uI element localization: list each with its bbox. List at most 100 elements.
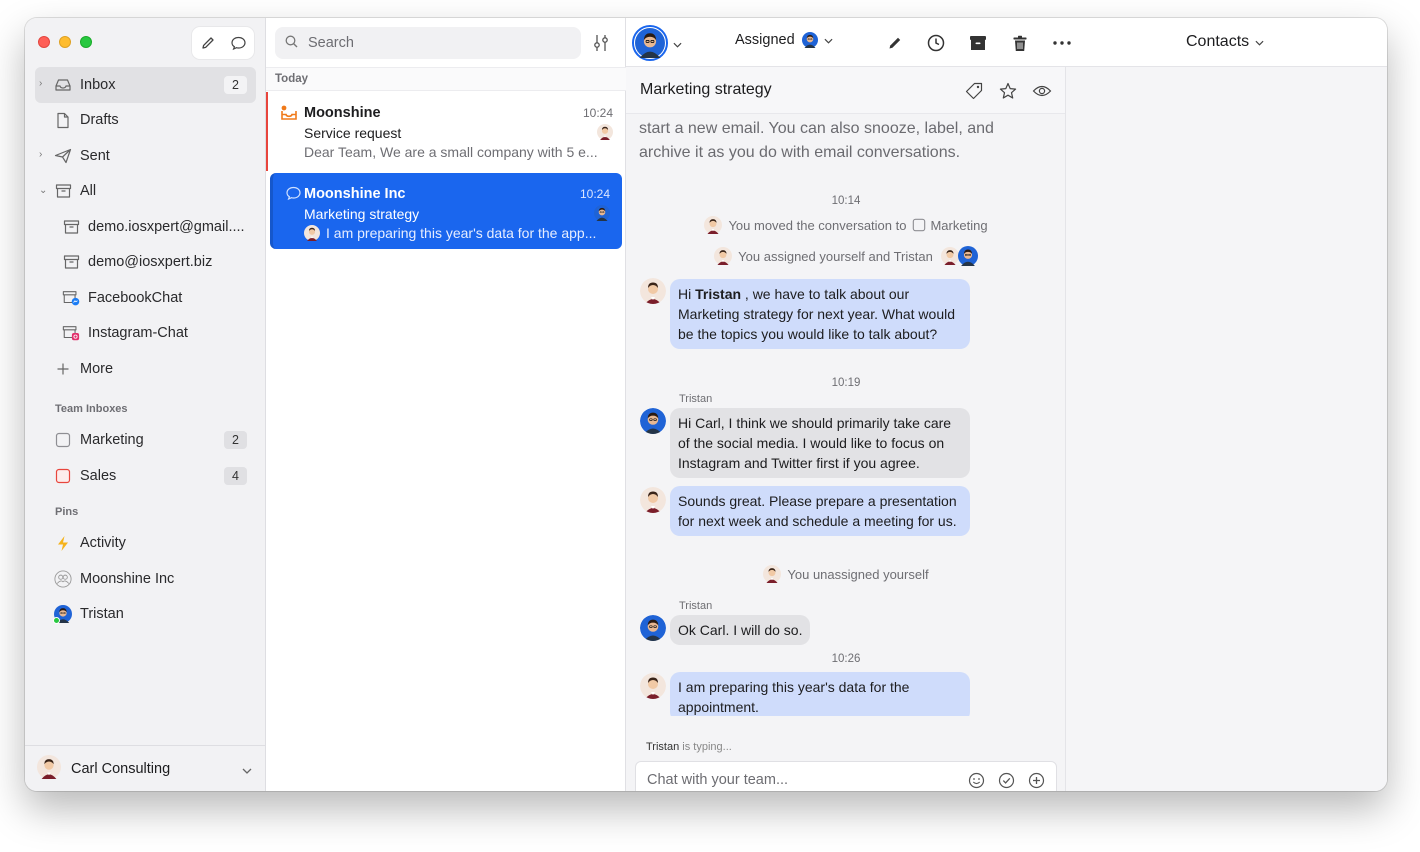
tag-icon[interactable] [962, 80, 986, 102]
chevron-down-icon [824, 32, 833, 48]
conversation-subject: Service request [304, 125, 402, 141]
avatar [640, 673, 666, 699]
chevron-down-icon [1255, 33, 1264, 51]
contacts-panel [1066, 67, 1387, 791]
sidebar-item-gmail-account[interactable]: demo.iosxpert@gmail.... [35, 209, 256, 245]
sidebar-item-instagram-chat[interactable]: Instagram-Chat [35, 316, 256, 352]
trash-icon[interactable] [1009, 32, 1031, 54]
zoom-window-button[interactable] [80, 36, 92, 48]
sidebar-item-label: Sent [80, 147, 110, 164]
filter-sliders-icon[interactable] [590, 32, 612, 54]
sidebar-item-label: FacebookChat [88, 289, 183, 306]
archive-box-icon [62, 253, 80, 271]
avatar [640, 408, 666, 434]
checkmark-circle-icon[interactable] [996, 770, 1016, 790]
email-unread-icon [280, 105, 298, 121]
avatar [763, 565, 781, 583]
archive-icon[interactable] [967, 32, 989, 54]
sidebar-item-label: Moonshine Inc [80, 570, 175, 587]
message-timestamp: 10:26 [831, 653, 861, 665]
avatar [714, 247, 732, 265]
sidebar-item-sales[interactable]: Sales 4 [35, 458, 256, 494]
list-group-header: Today [266, 67, 626, 91]
document-icon [54, 111, 72, 129]
avatar [640, 278, 666, 304]
sidebar-item-label: More [80, 360, 114, 377]
star-icon[interactable] [996, 80, 1020, 102]
sidebar-item-label: demo@iosxpert.biz [88, 254, 213, 271]
chat-bubble-icon [285, 186, 303, 202]
sidebar-item-label: demo.iosxpert@gmail.... [88, 218, 245, 235]
typing-user: Tristan [646, 741, 680, 753]
chevron-right-icon[interactable]: › [39, 79, 49, 89]
sidebar-item-label: Activity [80, 535, 126, 552]
sidebar-item-label: Tristan [80, 606, 124, 623]
avatar [704, 216, 722, 234]
conversation-title: Marketing strategy [640, 81, 772, 98]
assignee-selector[interactable] [632, 25, 682, 61]
message-bubble: Hi Carl, I think we should primarily tak… [670, 408, 970, 478]
avatar [632, 25, 668, 61]
sidebar-item-sent[interactable]: › Sent [35, 138, 256, 174]
archive-box-icon [62, 218, 80, 236]
account-switcher[interactable]: Carl Consulting [25, 745, 266, 791]
sidebar-item-drafts[interactable]: Drafts [35, 103, 256, 139]
conversation-item-selected[interactable]: Moonshine Inc 10:24 Marketing strategy I… [270, 173, 622, 249]
message-thread: start a new email. You can also snooze, … [626, 114, 1066, 716]
assignee-avatar [594, 205, 610, 224]
minimize-window-button[interactable] [59, 36, 71, 48]
activity-event: You moved the conversation to Marketing [626, 216, 1065, 234]
chevron-right-icon[interactable]: › [39, 150, 49, 160]
sidebar-item-moonshine-inc[interactable]: Moonshine Inc [35, 561, 256, 597]
avatar [304, 225, 320, 241]
chat-input[interactable] [647, 772, 966, 788]
archive-box-icon [54, 182, 72, 200]
event-target: Marketing [930, 217, 988, 233]
watch-eye-icon[interactable] [1030, 80, 1054, 102]
new-chat-icon[interactable] [227, 31, 251, 55]
email-body-excerpt: start a new email. You can also snooze, … [639, 120, 994, 161]
assignee-avatar [597, 124, 613, 143]
conversation-header: Marketing strategy [626, 67, 1065, 114]
sidebar-item-all[interactable]: ⌄ All [35, 174, 256, 210]
snooze-clock-icon[interactable] [925, 32, 947, 54]
activity-event: You unassigned yourself [626, 565, 1065, 583]
message-bubble: Ok Carl. I will do so. [670, 615, 811, 645]
group-icon [54, 570, 72, 588]
sidebar-item-label: All [80, 183, 97, 200]
sidebar-item-more[interactable]: More [35, 351, 256, 387]
sidebar-item-biz-account[interactable]: demo@iosxpert.biz [35, 245, 256, 281]
assigned-filter-button[interactable]: Assigned [735, 32, 833, 48]
search-input[interactable] [308, 35, 568, 51]
more-options-icon[interactable] [1051, 32, 1073, 54]
message-sender: Tristan [679, 600, 713, 612]
typing-indicator: Tristan is typing... [646, 741, 732, 753]
sidebar: › Inbox 2 Drafts › Sent ⌄ All demo.iosxp… [25, 18, 266, 791]
sidebar-item-facebook-chat[interactable]: FacebookChat [35, 280, 256, 316]
close-window-button[interactable] [38, 36, 50, 48]
message-bubble: Hi Tristan , we have to talk about our M… [670, 279, 970, 349]
add-circle-icon[interactable] [1026, 770, 1046, 790]
sidebar-item-inbox[interactable]: › Inbox 2 [35, 67, 256, 103]
sidebar-item-tristan[interactable]: Tristan [35, 597, 256, 633]
inbox-icon [54, 76, 72, 94]
pencil-icon[interactable] [884, 32, 906, 54]
sidebar-item-marketing[interactable]: Marketing 2 [35, 423, 256, 459]
unread-count-badge: 2 [224, 75, 247, 94]
activity-event: You assigned yourself and Tristan [626, 246, 1066, 266]
messenger-archive-icon [62, 289, 80, 307]
sidebar-item-activity[interactable]: Activity [35, 526, 256, 562]
conversation-item[interactable]: Moonshine 10:24 Service request Dear Tea… [266, 92, 625, 171]
conversation-sender: Moonshine Inc [304, 186, 406, 202]
sidebar-item-label: Instagram-Chat [88, 325, 188, 342]
emoji-icon[interactable] [966, 770, 986, 790]
contacts-dropdown[interactable]: Contacts [1186, 33, 1264, 51]
event-text: You assigned yourself and Tristan [738, 248, 933, 264]
compose-icon[interactable] [196, 31, 220, 55]
avatar [640, 615, 666, 641]
message-bubble: I am preparing this year's data for the … [670, 672, 970, 716]
team-inboxes-heading: Team Inboxes [55, 402, 128, 415]
chevron-down-icon[interactable]: ⌄ [39, 185, 49, 196]
search-bar [275, 27, 581, 59]
conversation-preview: I am preparing this year's data for the … [326, 225, 597, 241]
